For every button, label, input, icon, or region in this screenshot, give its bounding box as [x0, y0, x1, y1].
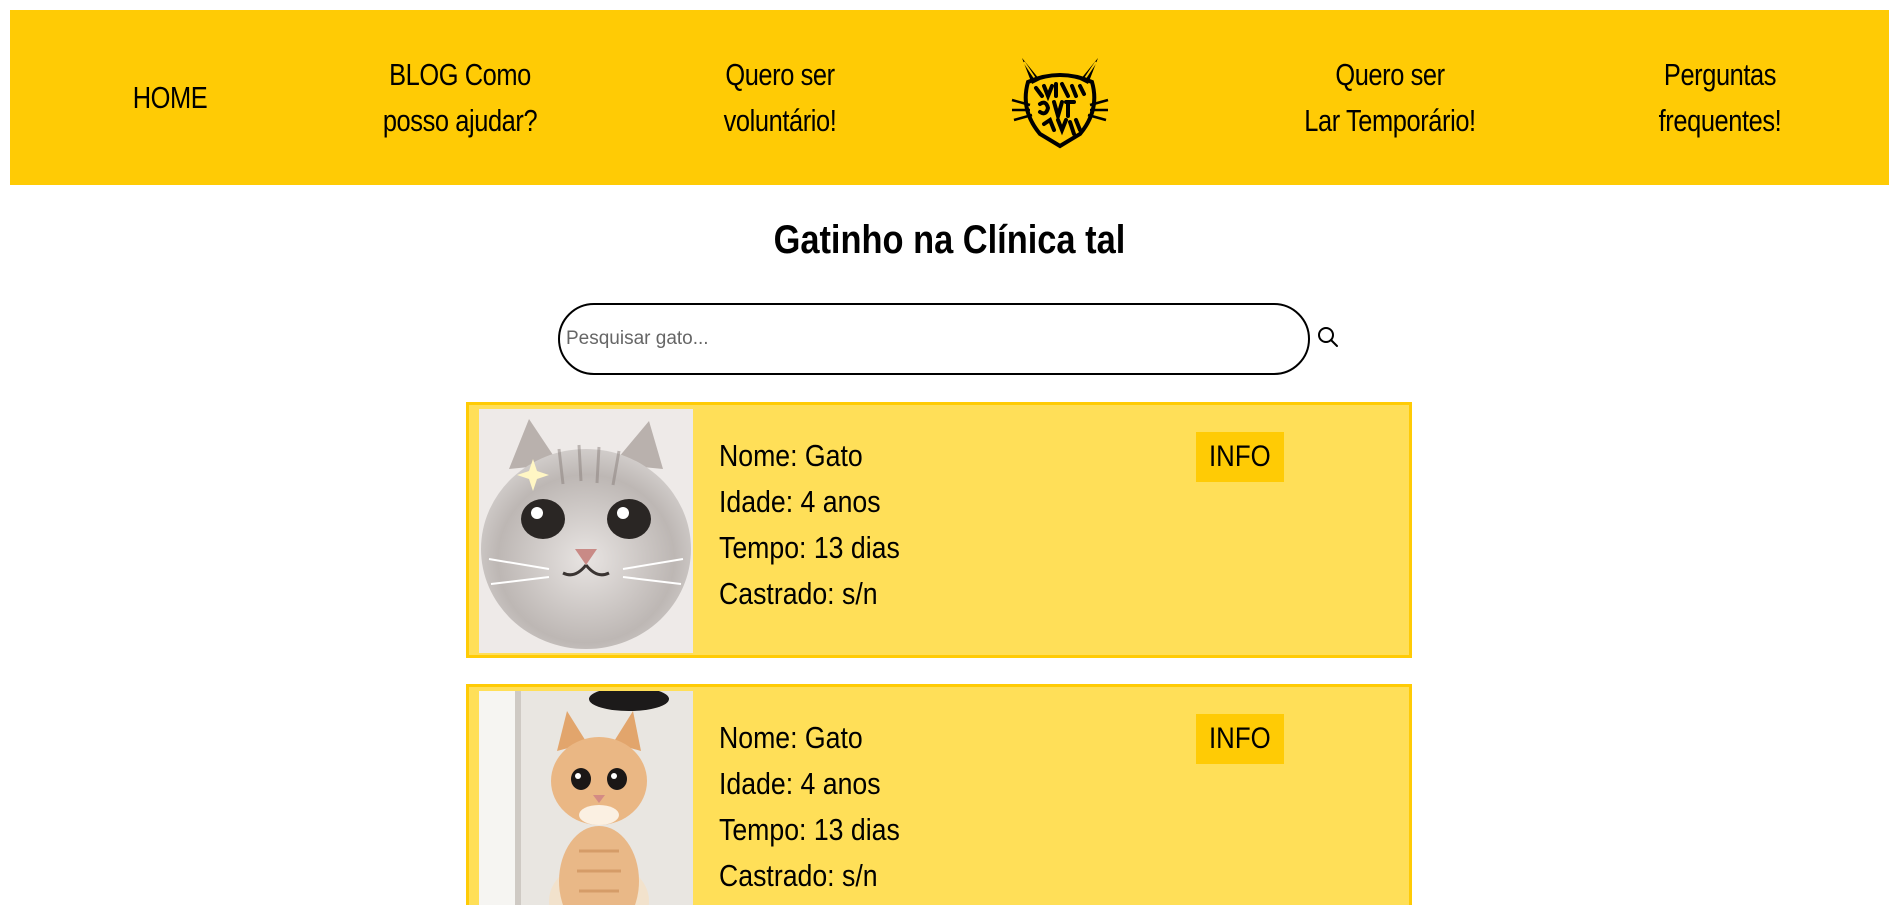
- nav-faq-line1: Perguntas: [1663, 56, 1777, 92]
- nav-volunteer-line1: Quero ser: [725, 56, 835, 92]
- info-button[interactable]: INFO: [1196, 714, 1284, 764]
- nav-foster-link[interactable]: Quero ser Lar Temporário!: [1283, 10, 1496, 185]
- info-button-label: INFO: [1209, 440, 1271, 473]
- nav-blog-link[interactable]: BLOG Como posso ajudar?: [370, 10, 550, 185]
- cat-card: Nome: Gato Idade: 4 anos Tempo: 13 dias …: [466, 684, 1412, 905]
- nav-volunteer-line2: voluntário!: [723, 102, 837, 138]
- cat-neutered: Castrado: s/n: [719, 858, 878, 893]
- nav-blog-line2: posso ajudar?: [382, 102, 538, 138]
- cat-head-logo-icon: [1011, 58, 1109, 149]
- search-input[interactable]: [558, 303, 1310, 375]
- cat-info-block: Nome: Gato Idade: 4 anos Tempo: 13 dias …: [719, 715, 900, 899]
- cat-card: Nome: Gato Idade: 4 anos Tempo: 13 dias …: [466, 402, 1412, 658]
- cat-info-block: Nome: Gato Idade: 4 anos Tempo: 13 dias …: [719, 433, 900, 617]
- nav-volunteer-link[interactable]: Quero ser voluntário!: [690, 10, 870, 185]
- nav-blog-line1: BLOG Como: [389, 56, 531, 92]
- cat-time: Tempo: 13 dias: [719, 530, 900, 565]
- page-title: Gatinho na Clínica tal: [773, 218, 1126, 262]
- cat-time: Tempo: 13 dias: [719, 812, 900, 847]
- cat-name: Nome: Gato: [719, 720, 863, 755]
- cat-neutered: Castrado: s/n: [719, 576, 878, 611]
- info-button[interactable]: INFO: [1196, 432, 1284, 482]
- info-button-label: INFO: [1209, 722, 1271, 755]
- nav-foster-line2: Lar Temporário!: [1304, 102, 1476, 138]
- cat-name: Nome: Gato: [719, 438, 863, 473]
- cat-age: Idade: 4 anos: [719, 484, 881, 519]
- nav-faq-link[interactable]: Perguntas frequentes!: [1630, 10, 1810, 185]
- nav-home-label: HOME: [132, 79, 208, 115]
- page: HOME BLOG Como posso ajudar? Quero ser v…: [0, 0, 1899, 905]
- crazy-cat-gang-logo[interactable]: [1010, 50, 1110, 150]
- cat-age: Idade: 4 anos: [719, 766, 881, 801]
- nav-faq-line2: frequentes!: [1658, 102, 1782, 138]
- top-navbar: HOME BLOG Como posso ajudar? Quero ser v…: [10, 10, 1889, 185]
- nav-foster-line1: Quero ser: [1335, 56, 1445, 92]
- search-icon[interactable]: [1316, 325, 1340, 349]
- orange-kitten-photo: [479, 691, 693, 905]
- gray-cat-photo: [479, 409, 693, 653]
- nav-home-link[interactable]: HOME: [104, 10, 235, 185]
